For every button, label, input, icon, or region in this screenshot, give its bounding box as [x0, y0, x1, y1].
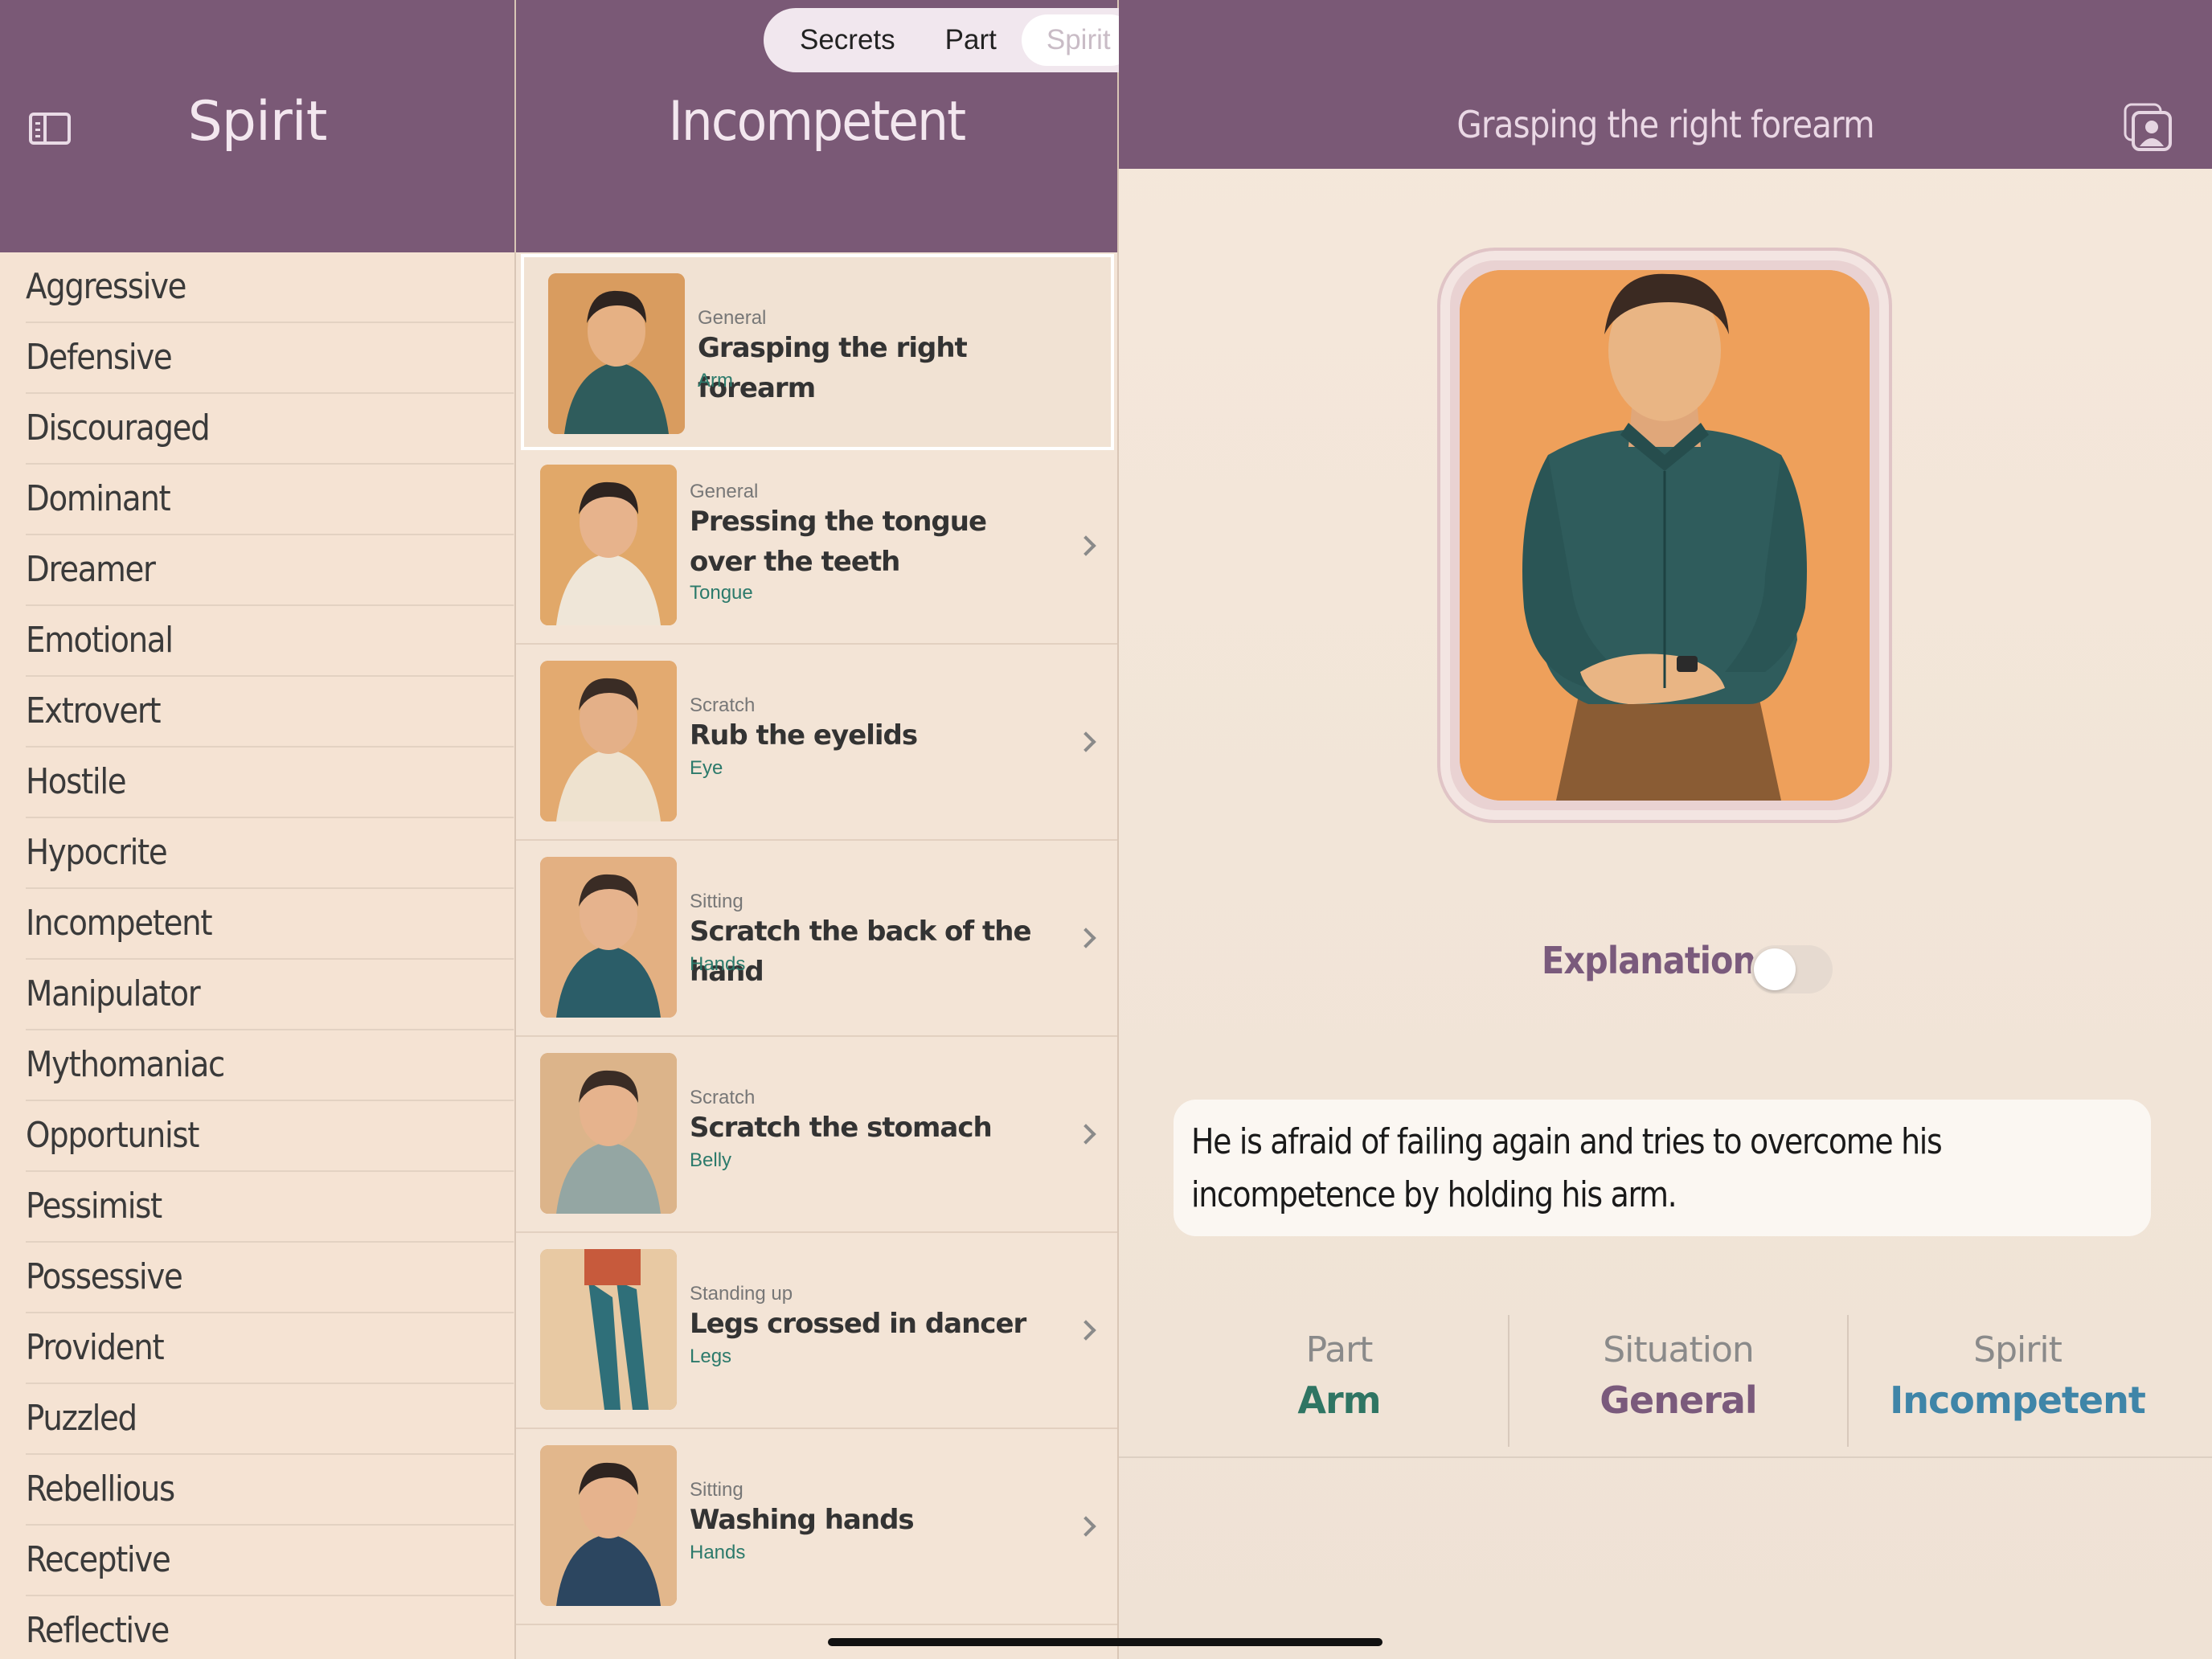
home-indicator [828, 1638, 1382, 1646]
row-title: Washing hands [690, 1504, 915, 1536]
detail-title: Grasping the right forearm [1456, 103, 1874, 146]
sidebar-item-opportunist[interactable]: Opportunist [26, 1101, 514, 1172]
meta-label: Spirit [1973, 1329, 2062, 1370]
row-title: Pressing the tongue over the teeth [690, 506, 987, 578]
meta-spirit[interactable]: Spirit Incompetent [1849, 1315, 2186, 1447]
sidebar-title: Spirit [187, 90, 328, 154]
detail-header: Grasping the right forearm [1119, 0, 2212, 169]
row-title: Rub the eyelids [690, 719, 918, 752]
list-item[interactable]: Scratch Rub the eyelids Eye [516, 645, 1117, 841]
row-category: Sitting [690, 891, 743, 912]
meta-value: General [1600, 1378, 1757, 1422]
row-part: Tongue [690, 582, 753, 604]
sidebar-header: Spirit [0, 0, 514, 252]
gesture-thumbnail [540, 857, 677, 1018]
portrait-gallery-icon[interactable] [2122, 101, 2173, 153]
row-category: Sitting [690, 1479, 743, 1501]
sidebar-item-hypocrite[interactable]: Hypocrite [26, 818, 514, 889]
description-text: He is afraid of failing again and tries … [1191, 1121, 1943, 1215]
gesture-thumbnail [540, 465, 677, 625]
spirit-list: Aggressive Defensive Discouraged Dominant Dr… [0, 252, 514, 1659]
sidebar-item-reflective[interactable]: Reflective [26, 1596, 514, 1659]
row-category: Scratch [690, 694, 756, 716]
row-category: General [698, 307, 767, 329]
sidebar-item-dreamer[interactable]: Dreamer [26, 535, 514, 606]
chevron-right-icon [1075, 535, 1096, 556]
explanation-label: Explanation [1542, 939, 1756, 982]
sidebar-item-mythomaniac[interactable]: Mythomaniac [26, 1030, 514, 1101]
row-part: Eye [690, 757, 723, 779]
chevron-right-icon [1075, 1124, 1096, 1145]
gesture-thumbnail [548, 273, 685, 434]
row-title: Scratch the back of the hand [690, 916, 1032, 988]
gesture-thumbnail [540, 661, 677, 821]
row-title: Scratch the stomach [690, 1112, 993, 1144]
list-item[interactable]: Sitting Washing hands Hands [516, 1429, 1117, 1625]
sidebar-item-extrovert[interactable]: Extrovert [26, 677, 514, 748]
row-part: Belly [690, 1149, 732, 1171]
row-title: Grasping the right forearm [698, 332, 968, 404]
sidebar-item-puzzled[interactable]: Puzzled [26, 1384, 514, 1455]
explanation-toggle[interactable] [1751, 945, 1833, 993]
sidebar-item-provident[interactable]: Provident [26, 1313, 514, 1384]
chevron-right-icon [1075, 928, 1096, 948]
sidebar-item-possessive[interactable]: Possessive [26, 1243, 514, 1313]
meta-label: Part [1305, 1329, 1374, 1370]
sidebar-item-dominant[interactable]: Dominant [26, 465, 514, 535]
gesture-list-panel: Incompetent General Grasping the right f… [516, 0, 1117, 1659]
description-box: He is afraid of failing again and tries … [1174, 1100, 2151, 1236]
row-category: Scratch [690, 1087, 756, 1108]
sidebar-item-rebellious[interactable]: Rebellious [26, 1455, 514, 1526]
gesture-thumbnail [540, 1249, 677, 1410]
row-category: Standing up [690, 1283, 793, 1305]
list-title: Incompetent [668, 90, 966, 154]
tab-secrets[interactable]: Secrets [775, 14, 920, 66]
sidebar-item-incompetent[interactable]: Incompetent [26, 889, 514, 960]
sidebar-item-pessimist[interactable]: Pessimist [26, 1172, 514, 1243]
sidebar-item-discouraged[interactable]: Discouraged [26, 394, 514, 465]
sidebar-item-aggressive[interactable]: Aggressive [26, 252, 514, 323]
list-item[interactable]: Standing up Legs crossed in dancer Legs [516, 1233, 1117, 1429]
meta-situation[interactable]: Situation General [1509, 1315, 1847, 1447]
chevron-right-icon [1075, 1516, 1096, 1537]
sidebar-toggle-icon[interactable] [29, 113, 71, 145]
sidebar-item-hostile[interactable]: Hostile [26, 748, 514, 818]
meta-value: Incompetent [1890, 1378, 2146, 1422]
gesture-thumbnail [540, 1053, 677, 1214]
gesture-illustration-frame [1437, 248, 1892, 823]
gesture-thumbnail [540, 1445, 677, 1606]
sidebar-item-manipulator[interactable]: Manipulator [26, 960, 514, 1030]
meta-divider [1508, 1315, 1509, 1447]
list-item[interactable]: General Grasping the right forearm Arm [521, 254, 1114, 450]
list-item[interactable]: General Pressing the tongue over the tee… [516, 449, 1117, 645]
row-title: Legs crossed in dancer [690, 1308, 1026, 1340]
meta-part: Part Arm [1170, 1315, 1508, 1447]
row-part: Hands [690, 953, 746, 975]
meta-separator [1119, 1456, 2212, 1458]
row-part: Hands [690, 1542, 746, 1563]
tab-part[interactable]: Part [920, 14, 1022, 66]
sidebar-item-receptive[interactable]: Receptive [26, 1526, 514, 1596]
sidebar: Spirit Aggressive Defensive Discouraged Dom… [0, 0, 514, 1659]
chevron-right-icon [1075, 1320, 1096, 1341]
row-category: General [690, 481, 759, 502]
sidebar-item-defensive[interactable]: Defensive [26, 323, 514, 394]
detail-panel: Grasping the right forearm Explanation H… [1119, 0, 2212, 1659]
meta-divider [1847, 1315, 1849, 1447]
list-item[interactable]: Scratch Scratch the stomach Belly [516, 1037, 1117, 1233]
chevron-right-icon [1075, 731, 1096, 752]
sidebar-item-emotional[interactable]: Emotional [26, 606, 514, 677]
meta-value: Arm [1297, 1378, 1381, 1422]
meta-label: Situation [1603, 1329, 1755, 1370]
row-part: Arm [698, 370, 733, 391]
gesture-illustration [1460, 270, 1870, 801]
row-part: Legs [690, 1346, 732, 1367]
list-item[interactable]: Sitting Scratch the back of the hand Han… [516, 841, 1117, 1037]
